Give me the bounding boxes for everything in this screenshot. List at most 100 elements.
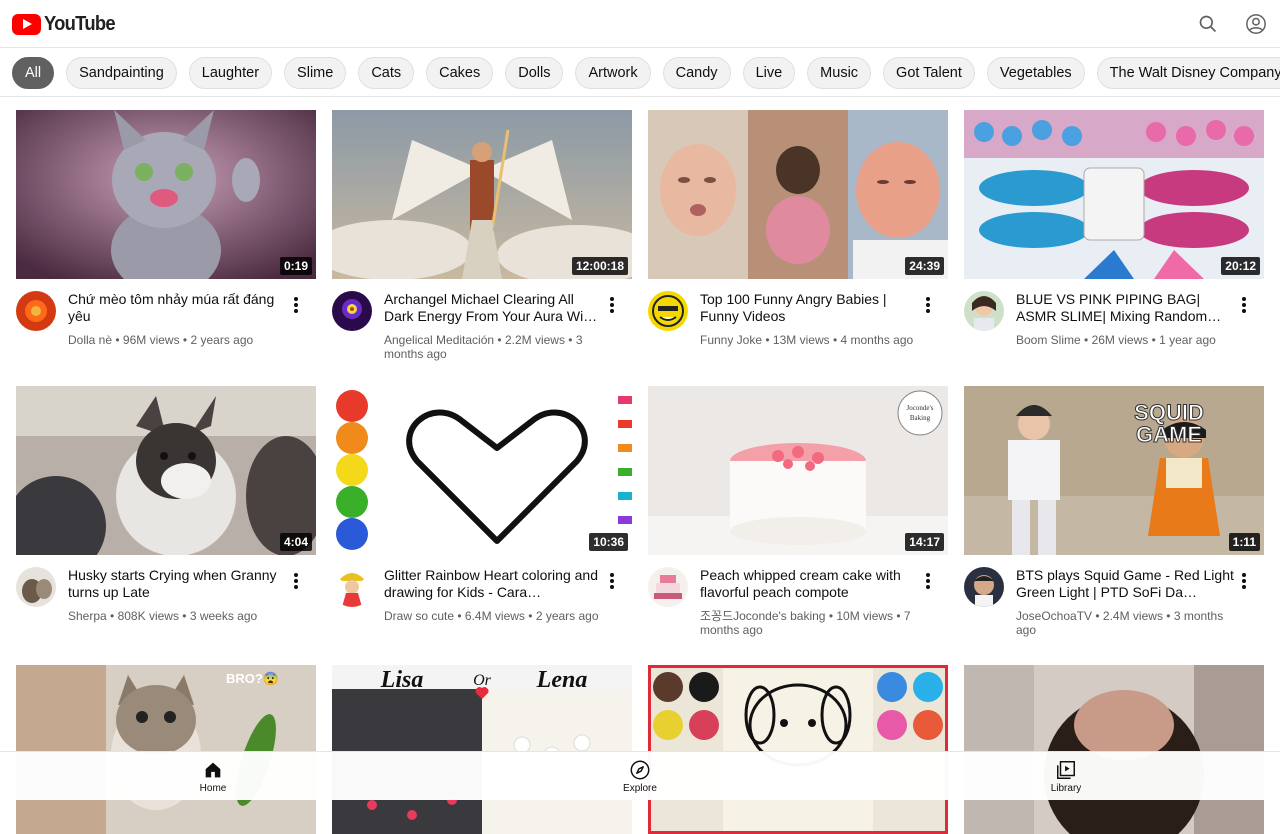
channel-avatar[interactable] xyxy=(332,291,372,331)
home-icon xyxy=(205,762,221,778)
channel-avatar[interactable] xyxy=(16,567,56,607)
search-icon[interactable] xyxy=(1196,12,1220,36)
nav-explore[interactable]: Explore xyxy=(590,752,690,801)
channel-avatar[interactable] xyxy=(16,291,56,331)
video-thumbnail[interactable] xyxy=(648,665,948,834)
video-metadata: Angelical Meditación • 2.2M views • 3 mo… xyxy=(384,333,583,361)
video-card[interactable]: BRO?😨 xyxy=(16,665,316,834)
channel-avatar[interactable] xyxy=(332,567,372,607)
video-title[interactable]: Top 100 Funny Angry Babies | Funny Video… xyxy=(700,291,922,325)
play-logo-icon xyxy=(12,14,41,35)
video-thumbnail[interactable] xyxy=(964,665,1264,834)
video-card[interactable]: 20:12 BLUE VS PINK PIPING BAG| ASMR SLIM… xyxy=(964,110,1264,369)
channel-avatar[interactable] xyxy=(964,291,1004,331)
nav-home-label: Home xyxy=(199,783,227,794)
chip-laughter[interactable]: Laughter xyxy=(188,57,273,89)
more-options-icon[interactable] xyxy=(284,293,308,317)
video-thumbnail[interactable]: Lisa Or Lena xyxy=(332,665,632,834)
chip-artwork[interactable]: Artwork xyxy=(575,57,651,89)
video-card[interactable]: 24:39 Top 100 Funny Angry Babies | Funny… xyxy=(648,110,948,369)
chip-vegetables[interactable]: Vegetables xyxy=(986,57,1085,89)
video-card[interactable]: 12:00:18 Archangel Michael Clearing All … xyxy=(332,110,632,369)
category-chip-bar: All Sandpainting Laughter Slime Cats Cakes Dol… xyxy=(0,48,1280,97)
channel-avatar[interactable] xyxy=(648,567,688,607)
chip-music[interactable]: Music xyxy=(807,57,872,89)
video-thumbnail[interactable]: 0:19 xyxy=(16,110,316,279)
video-card[interactable]: 0:19 Chứ mèo tôm nhảy múa rất đáng yêu D… xyxy=(16,110,316,369)
nav-library-label: Library xyxy=(1050,783,1082,794)
bro-caption: BRO?😨 xyxy=(226,671,279,686)
channel-avatar[interactable] xyxy=(964,567,1004,607)
video-thumbnail[interactable]: SQUID GAME 1:11 xyxy=(964,386,1264,555)
chip-candy[interactable]: Candy xyxy=(662,57,731,89)
more-options-icon[interactable] xyxy=(600,293,624,317)
chip-cakes[interactable]: Cakes xyxy=(426,57,494,89)
more-options-icon[interactable] xyxy=(284,569,308,593)
video-thumbnail[interactable]: 4:04 xyxy=(16,386,316,555)
chip-the-walt-disney-company[interactable]: The Walt Disney Company xyxy=(1096,57,1280,89)
view-count: 808K views xyxy=(117,609,179,623)
video-title[interactable]: Archangel Michael Clearing All Dark Ener… xyxy=(384,291,606,325)
chip-live[interactable]: Live xyxy=(742,57,796,89)
channel-avatar[interactable] xyxy=(648,291,688,331)
duration-badge: 1:11 xyxy=(1228,533,1260,551)
video-thumbnail[interactable]: BRO?😨 xyxy=(16,665,316,834)
more-options-icon[interactable] xyxy=(916,293,940,317)
video-card[interactable]: SQUID GAME 1:11 BTS plays Squid Game - R… xyxy=(964,386,1264,645)
video-title[interactable]: BLUE VS PINK PIPING BAG| ASMR SLIME| Mix… xyxy=(1016,291,1238,325)
channel-name[interactable]: Boom Slime xyxy=(1016,333,1081,347)
more-options-icon[interactable] xyxy=(600,569,624,593)
account-icon[interactable] xyxy=(1244,12,1268,36)
nav-library[interactable]: Library xyxy=(1016,752,1116,801)
channel-name[interactable]: Funny Joke xyxy=(700,333,762,347)
video-metadata: Boom Slime • 26M views • 1 year ago xyxy=(1016,333,1216,347)
video-card[interactable]: 10:36 Glitter Rainbow Heart coloring and… xyxy=(332,386,632,645)
channel-name[interactable]: Draw so cute xyxy=(384,609,454,623)
video-title[interactable]: Chứ mèo tôm nhảy múa rất đáng yêu xyxy=(68,291,290,325)
channel-name[interactable]: Dolla nè xyxy=(68,333,112,347)
view-count: 6.4M views xyxy=(464,609,525,623)
video-card[interactable]: Joconde's Baking 14:17 Peach whipped cre… xyxy=(648,386,948,645)
video-thumbnail[interactable]: 12:00:18 xyxy=(332,110,632,279)
video-thumbnail[interactable]: 20:12 xyxy=(964,110,1264,279)
joconde-badge-line2: Baking xyxy=(910,414,931,422)
library-icon xyxy=(1057,761,1075,779)
chip-all[interactable]: All xyxy=(12,57,55,89)
channel-name[interactable]: Angelical Meditación xyxy=(384,333,494,347)
channel-name[interactable]: 조꽁드Joconde's baking xyxy=(700,609,825,623)
bottom-navigation: Home Explore Library xyxy=(0,751,1280,800)
video-card[interactable]: Lisa Or Lena xyxy=(332,665,632,834)
chip-sandpainting[interactable]: Sandpainting xyxy=(66,57,177,89)
joconde-badge-line1: Joconde's xyxy=(907,404,934,412)
more-options-icon[interactable] xyxy=(1232,569,1256,593)
chip-dolls[interactable]: Dolls xyxy=(505,57,564,89)
top-app-bar: YouTube xyxy=(0,0,1280,48)
chip-slime[interactable]: Slime xyxy=(284,57,347,89)
youtube-logo[interactable]: YouTube xyxy=(12,13,121,36)
view-count: 2.4M views xyxy=(1102,609,1163,623)
duration-badge: 20:12 xyxy=(1221,257,1260,275)
video-title[interactable]: Peach whipped cream cake with flavorful … xyxy=(700,567,922,601)
chip-got-talent[interactable]: Got Talent xyxy=(883,57,975,89)
video-thumbnail[interactable]: Joconde's Baking 14:17 xyxy=(648,386,948,555)
view-count: 26M views xyxy=(1091,333,1149,347)
duration-badge: 24:39 xyxy=(905,257,944,275)
channel-name[interactable]: JoseOchoaTV xyxy=(1016,609,1092,623)
video-card[interactable]: 4:04 Husky starts Crying when Granny tur… xyxy=(16,386,316,645)
chip-cats[interactable]: Cats xyxy=(358,57,415,89)
video-title[interactable]: BTS plays Squid Game - Red Light Green L… xyxy=(1016,567,1238,601)
view-count: 13M views xyxy=(772,333,830,347)
chip-row: All Sandpainting Laughter Slime Cats Cakes Dol… xyxy=(12,57,1280,89)
video-metadata: Draw so cute • 6.4M views • 2 years ago xyxy=(384,609,599,623)
video-card[interactable] xyxy=(648,665,948,834)
more-options-icon[interactable] xyxy=(916,569,940,593)
video-thumbnail[interactable]: 10:36 xyxy=(332,386,632,555)
video-title[interactable]: Husky starts Crying when Granny turns up… xyxy=(68,567,290,601)
video-thumbnail[interactable]: 24:39 xyxy=(648,110,948,279)
more-options-icon[interactable] xyxy=(1232,293,1256,317)
channel-name[interactable]: Sherpa xyxy=(68,609,107,623)
video-title[interactable]: Glitter Rainbow Heart coloring and drawi… xyxy=(384,567,606,601)
nav-home[interactable]: Home xyxy=(163,752,263,801)
video-card[interactable] xyxy=(964,665,1264,834)
upload-age: 3 weeks ago xyxy=(189,609,258,623)
